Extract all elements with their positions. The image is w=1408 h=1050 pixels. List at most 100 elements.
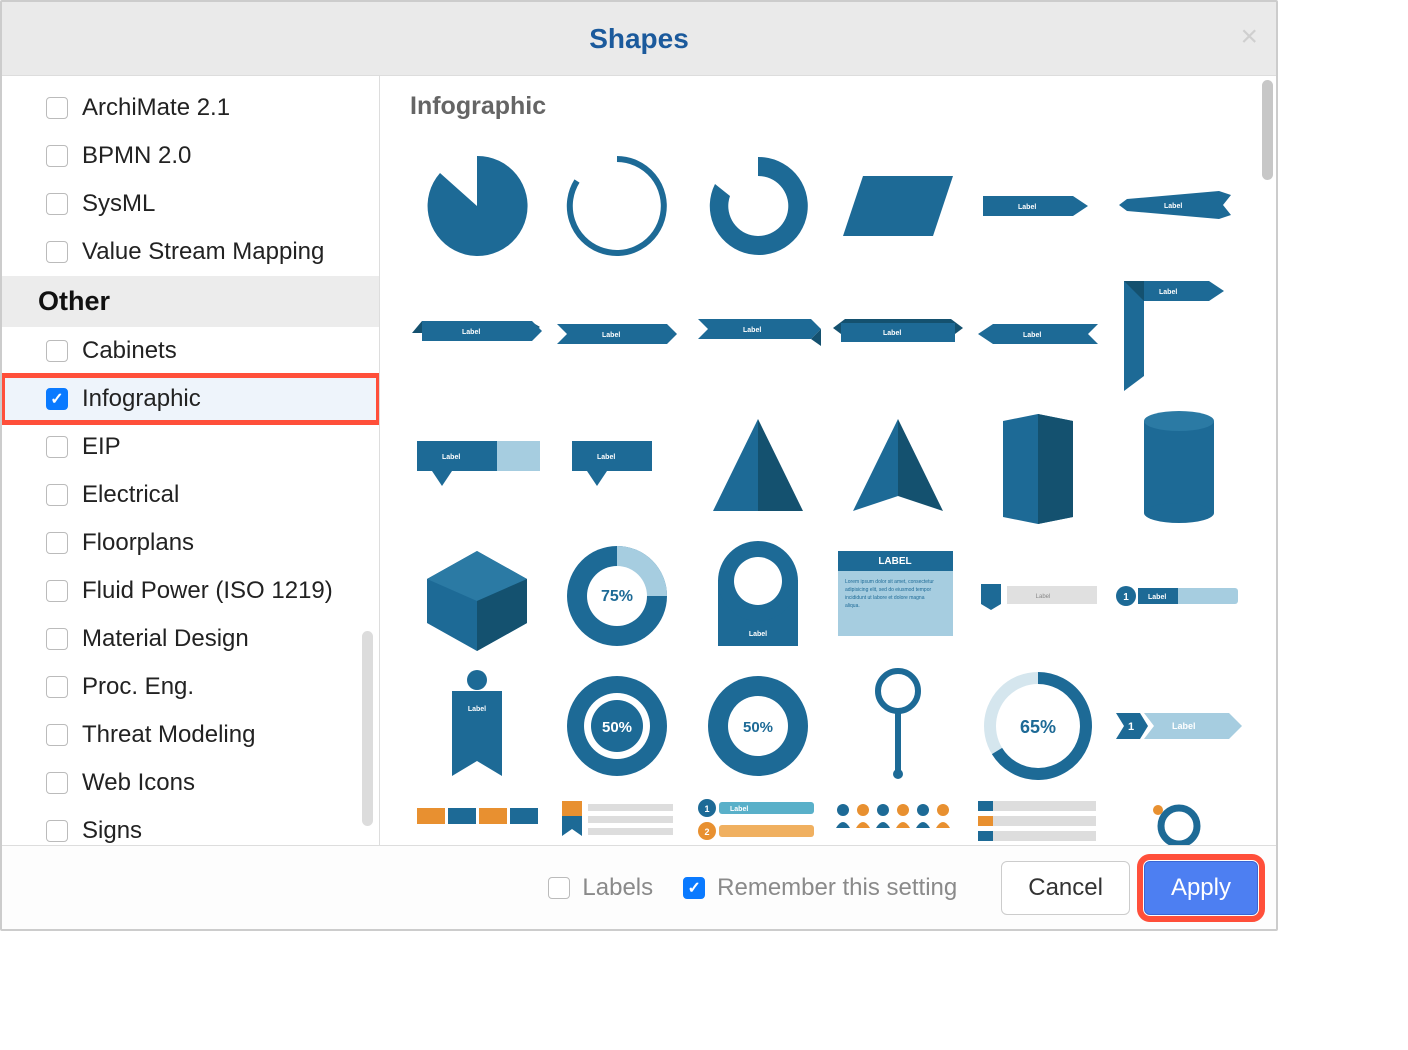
svg-text:Label: Label <box>1164 203 1182 210</box>
shape-sidebar[interactable]: ArchiMate 2.1 BPMN 2.0 SysML Value Strea… <box>2 76 380 845</box>
sidebar-item-label: Cabinets <box>82 337 177 365</box>
remember-toggle[interactable]: Remember this setting <box>683 874 957 902</box>
shape-triangle-pinch[interactable] <box>831 406 965 526</box>
checkbox-icon[interactable] <box>46 676 68 698</box>
checkbox-icon[interactable] <box>46 484 68 506</box>
sidebar-item-eip[interactable]: EIP <box>2 423 379 471</box>
shape-donut-50-a[interactable]: 50% <box>550 666 684 786</box>
svg-text:75%: 75% <box>601 588 633 605</box>
shape-ribbon-down[interactable]: Label <box>691 276 825 396</box>
close-icon[interactable]: × <box>1240 20 1258 54</box>
sidebar-category-other: Other <box>2 276 379 327</box>
shape-preview: Infographic Label La <box>380 76 1276 845</box>
checkbox-icon[interactable] <box>46 628 68 650</box>
shape-parallelogram[interactable] <box>831 146 965 266</box>
sidebar-item-material-design[interactable]: Material Design <box>2 615 379 663</box>
checkbox-icon[interactable] <box>46 436 68 458</box>
sidebar-item-proc-eng[interactable]: Proc. Eng. <box>2 663 379 711</box>
sidebar-item-electrical[interactable]: Electrical <box>2 471 379 519</box>
checkbox-icon[interactable] <box>46 580 68 602</box>
shape-keyhole-label[interactable]: Label <box>691 536 825 656</box>
shape-triangle-3d[interactable] <box>691 406 825 526</box>
sidebar-item-label: Material Design <box>82 625 249 653</box>
shape-cylinder-round[interactable] <box>1112 406 1246 526</box>
cancel-button[interactable]: Cancel <box>1001 861 1130 915</box>
sidebar-item-fluid-power[interactable]: Fluid Power (ISO 1219) <box>2 567 379 615</box>
checkbox-checked-icon[interactable] <box>683 877 705 899</box>
shape-ring-dots[interactable] <box>1112 796 1246 845</box>
apply-button[interactable]: Apply <box>1144 861 1258 915</box>
checkbox-icon[interactable] <box>46 724 68 746</box>
checkbox-icon[interactable] <box>46 532 68 554</box>
shape-arrow-left-flag[interactable]: Label <box>971 276 1105 396</box>
shape-chevron-tag[interactable]: 1Label <box>1112 666 1246 786</box>
checkbox-icon[interactable] <box>46 97 68 119</box>
svg-text:Label: Label <box>749 631 767 638</box>
shape-cylinder-prism[interactable] <box>971 406 1105 526</box>
sidebar-item-label: Floorplans <box>82 529 194 557</box>
sidebar-item-label: ArchiMate 2.1 <box>82 94 230 122</box>
shape-bookmark-label[interactable]: Label <box>410 666 544 786</box>
shape-arc-ring[interactable] <box>550 146 684 266</box>
sidebar-scrollbar[interactable] <box>362 631 373 826</box>
shapes-dialog: Shapes × ArchiMate 2.1 BPMN 2.0 SysML Va… <box>0 0 1278 931</box>
checkbox-icon[interactable] <box>46 193 68 215</box>
svg-text:Label: Label <box>883 330 901 337</box>
sidebar-item-infographic[interactable]: Infographic <box>2 375 379 423</box>
svg-text:Lorem ipsum dolor sit amet, co: Lorem ipsum dolor sit amet, consectetur <box>845 579 934 585</box>
checkbox-icon[interactable] <box>548 877 570 899</box>
shape-donut-65[interactable]: 65% <box>971 666 1105 786</box>
sidebar-item-vsm[interactable]: Value Stream Mapping <box>2 228 379 276</box>
sidebar-item-bpmn[interactable]: BPMN 2.0 <box>2 132 379 180</box>
checkbox-icon[interactable] <box>46 340 68 362</box>
sidebar-item-floorplans[interactable]: Floorplans <box>2 519 379 567</box>
shape-pie-slice[interactable] <box>410 146 544 266</box>
shape-corner-banner[interactable]: Label <box>1112 276 1246 396</box>
sidebar-item-label: EIP <box>82 433 121 461</box>
shape-hexagon-3d[interactable] <box>410 536 544 656</box>
shape-donut-arc[interactable] <box>691 146 825 266</box>
shape-list-rows[interactable] <box>971 796 1105 845</box>
svg-text:LABEL: LABEL <box>878 556 911 567</box>
shape-people-row[interactable] <box>831 796 965 845</box>
sidebar-item-cabinets[interactable]: Cabinets <box>2 327 379 375</box>
shape-badge-row[interactable]: Label <box>971 536 1105 656</box>
shape-ribbon-banner[interactable]: Label <box>1112 146 1246 266</box>
shape-grid: Label Label Label Label Label Label <box>410 146 1246 845</box>
checkbox-checked-icon[interactable] <box>46 388 68 410</box>
sidebar-item-web-icons[interactable]: Web Icons <box>2 759 379 807</box>
shape-ribbon-wide[interactable]: Label <box>831 276 965 396</box>
shape-callout-2[interactable]: Label <box>550 406 684 526</box>
shape-process-bar[interactable] <box>410 796 544 845</box>
svg-text:50%: 50% <box>743 719 773 736</box>
labels-toggle[interactable]: Labels <box>548 874 653 902</box>
sidebar-item-label: Proc. Eng. <box>82 673 194 701</box>
shape-callout-1[interactable]: Label <box>410 406 544 526</box>
checkbox-icon[interactable] <box>46 820 68 842</box>
sidebar-item-label: BPMN 2.0 <box>82 142 191 170</box>
preview-scrollbar[interactable] <box>1262 80 1273 180</box>
sidebar-item-signs[interactable]: Signs <box>2 807 379 845</box>
svg-text:1: 1 <box>704 804 709 814</box>
shape-donut-75[interactable]: 75% <box>550 536 684 656</box>
sidebar-item-label: Fluid Power (ISO 1219) <box>82 577 333 605</box>
shape-number-list[interactable]: 1Label2 <box>691 796 825 845</box>
remember-toggle-text: Remember this setting <box>717 874 957 902</box>
sidebar-item-threat-modeling[interactable]: Threat Modeling <box>2 711 379 759</box>
svg-text:1: 1 <box>1123 592 1129 603</box>
checkbox-icon[interactable] <box>46 145 68 167</box>
checkbox-icon[interactable] <box>46 772 68 794</box>
shape-banner-1[interactable]: Label <box>410 276 544 396</box>
sidebar-item-sysml[interactable]: SysML <box>2 180 379 228</box>
dialog-header: Shapes × <box>2 2 1276 76</box>
checkbox-icon[interactable] <box>46 241 68 263</box>
shape-number-tag[interactable]: 1Label <box>1112 536 1246 656</box>
shape-donut-50-b[interactable]: 50% <box>691 666 825 786</box>
shape-card-label[interactable]: LABEL Lorem ipsum dolor sit amet, consec… <box>831 536 965 656</box>
shape-banner-notch[interactable]: Label <box>550 276 684 396</box>
svg-text:Label: Label <box>442 454 460 461</box>
sidebar-item-archimate[interactable]: ArchiMate 2.1 <box>2 84 379 132</box>
shape-arrow-ribbon[interactable]: Label <box>971 146 1105 266</box>
shape-bookmark-list[interactable] <box>550 796 684 845</box>
shape-pin-icon[interactable] <box>831 666 965 786</box>
